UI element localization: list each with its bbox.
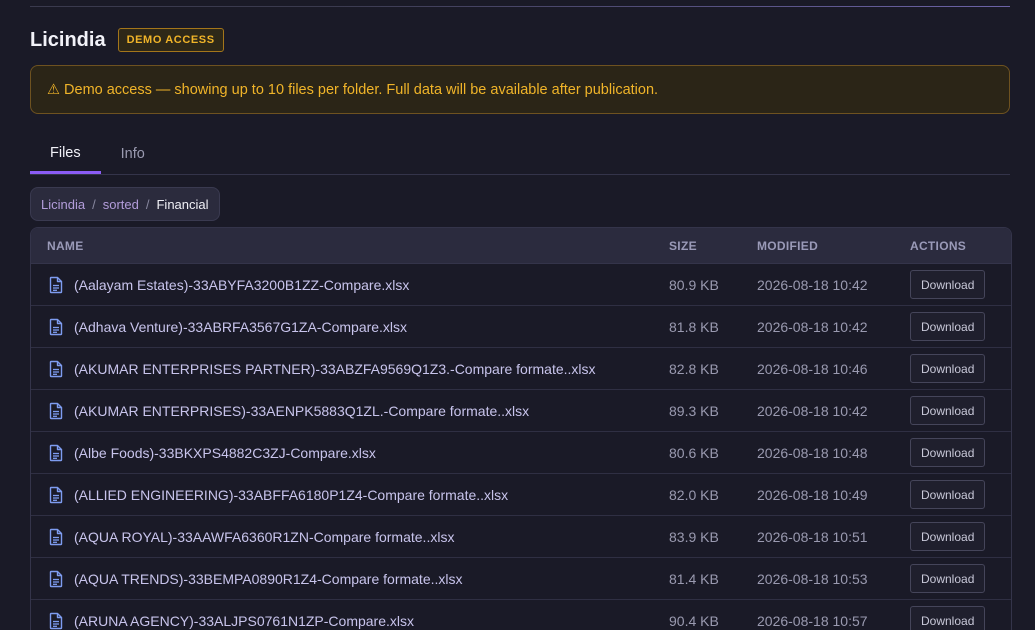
file-name-cell: (Adhava Venture)-33ABRFA3567G1ZA-Compare… — [47, 318, 407, 336]
file-icon — [47, 528, 65, 546]
download-button[interactable]: Download — [910, 606, 986, 630]
file-name-cell: (ARUNA AGENCY)-33ALJPS0761N1ZP-Compare.x… — [47, 612, 414, 630]
file-name-link[interactable]: (AKUMAR ENTERPRISES PARTNER)-33ABZFA9569… — [74, 361, 596, 377]
tab-info[interactable]: Info — [101, 133, 165, 174]
demo-notice-text: ⚠ Demo access — showing up to 10 files p… — [47, 81, 659, 98]
download-button[interactable]: Download — [910, 564, 986, 593]
file-size: 80.9 KB — [669, 276, 719, 293]
file-name-link[interactable]: (AKUMAR ENTERPRISES)-33AENPK5883Q1ZL.-Co… — [74, 403, 529, 419]
file-size: 90.4 KB — [669, 612, 719, 629]
file-icon — [47, 444, 65, 462]
table-row: (AKUMAR ENTERPRISES)-33AENPK5883Q1ZL.-Co… — [31, 390, 1011, 432]
file-name-cell: (AQUA TRENDS)-33BEMPA0890R1Z4-Compare fo… — [47, 570, 463, 588]
column-header-name: NAME — [47, 238, 84, 253]
download-button[interactable]: Download — [910, 522, 986, 551]
file-icon — [47, 570, 65, 588]
tab-bar: Files Info — [30, 133, 1010, 175]
file-icon — [47, 276, 65, 294]
table-row: (AQUA ROYAL)-33AAWFA6360R1ZN-Compare for… — [31, 516, 1011, 558]
file-name-link[interactable]: (Adhava Venture)-33ABRFA3567G1ZA-Compare… — [74, 319, 407, 335]
file-name-cell: (ALLIED ENGINEERING)-33ABFFA6180P1Z4-Com… — [47, 486, 508, 504]
file-modified: 2026-08-18 10:48 — [757, 444, 868, 461]
table-row: (ALLIED ENGINEERING)-33ABFFA6180P1Z4-Com… — [31, 474, 1011, 516]
file-actions: Download — [910, 564, 986, 593]
file-modified: 2026-08-18 10:53 — [757, 570, 868, 587]
file-name-link[interactable]: (ALLIED ENGINEERING)-33ABFFA6180P1Z4-Com… — [74, 487, 508, 503]
file-name-link[interactable]: (ARUNA AGENCY)-33ALJPS0761N1ZP-Compare.x… — [74, 613, 414, 629]
table-body: (Aalayam Estates)-33ABYFA3200B1ZZ-Compar… — [31, 264, 1011, 630]
file-name-cell: (AQUA ROYAL)-33AAWFA6360R1ZN-Compare for… — [47, 528, 454, 546]
file-actions: Download — [910, 522, 986, 551]
file-actions: Download — [910, 396, 986, 425]
download-button[interactable]: Download — [910, 312, 986, 341]
top-divider — [30, 6, 1010, 7]
file-size: 83.9 KB — [669, 528, 719, 545]
file-name-link[interactable]: (Aalayam Estates)-33ABYFA3200B1ZZ-Compar… — [74, 277, 409, 293]
page: Licindia DEMO ACCESS ⚠ Demo access — sho… — [0, 0, 1035, 630]
file-actions: Download — [910, 480, 986, 509]
breadcrumb: Licindia / sorted / Financial — [30, 187, 220, 221]
file-actions: Download — [910, 438, 986, 467]
breadcrumb-separator: / — [92, 196, 96, 212]
table-row: (Albe Foods)-33BKXPS4882C3ZJ-Compare.xls… — [31, 432, 1011, 474]
demo-notice-banner: ⚠ Demo access — showing up to 10 files p… — [30, 65, 1010, 114]
download-button[interactable]: Download — [910, 270, 986, 299]
download-button[interactable]: Download — [910, 480, 986, 509]
file-icon — [47, 486, 65, 504]
file-actions: Download — [910, 270, 986, 299]
table-row: (ARUNA AGENCY)-33ALJPS0761N1ZP-Compare.x… — [31, 600, 1011, 630]
page-header: Licindia DEMO ACCESS — [30, 27, 224, 53]
file-icon — [47, 360, 65, 378]
download-button[interactable]: Download — [910, 354, 986, 383]
breadcrumb-item-sorted[interactable]: sorted — [103, 197, 139, 212]
download-button[interactable]: Download — [910, 438, 986, 467]
file-name-cell: (AKUMAR ENTERPRISES)-33AENPK5883Q1ZL.-Co… — [47, 402, 529, 420]
file-size: 82.0 KB — [669, 486, 719, 503]
breadcrumb-current: Financial — [156, 196, 209, 212]
file-actions: Download — [910, 354, 986, 383]
tab-files[interactable]: Files — [30, 133, 101, 174]
file-name-cell: (AKUMAR ENTERPRISES PARTNER)-33ABZFA9569… — [47, 360, 596, 378]
table-row: (Adhava Venture)-33ABRFA3567G1ZA-Compare… — [31, 306, 1011, 348]
file-modified: 2026-08-18 10:42 — [757, 402, 868, 419]
file-modified: 2026-08-18 10:49 — [757, 486, 868, 503]
column-header-modified: MODIFIED — [757, 238, 819, 253]
download-button[interactable]: Download — [910, 396, 986, 425]
table-row: (Aalayam Estates)-33ABYFA3200B1ZZ-Compar… — [31, 264, 1011, 306]
file-size: 80.6 KB — [669, 444, 719, 461]
file-size: 81.8 KB — [669, 318, 719, 335]
breadcrumb-item-licindia[interactable]: Licindia — [41, 197, 85, 212]
column-header-size: SIZE — [669, 238, 697, 253]
file-modified: 2026-08-18 10:57 — [757, 612, 868, 629]
table-row: (AKUMAR ENTERPRISES PARTNER)-33ABZFA9569… — [31, 348, 1011, 390]
file-size: 81.4 KB — [669, 570, 719, 587]
file-name-link[interactable]: (AQUA TRENDS)-33BEMPA0890R1Z4-Compare fo… — [74, 571, 463, 587]
file-modified: 2026-08-18 10:42 — [757, 276, 868, 293]
file-icon — [47, 612, 65, 630]
file-name-link[interactable]: (Albe Foods)-33BKXPS4882C3ZJ-Compare.xls… — [74, 445, 376, 461]
file-name-link[interactable]: (AQUA ROYAL)-33AAWFA6360R1ZN-Compare for… — [74, 529, 454, 545]
file-name-cell: (Aalayam Estates)-33ABYFA3200B1ZZ-Compar… — [47, 276, 409, 294]
table-row: (AQUA TRENDS)-33BEMPA0890R1Z4-Compare fo… — [31, 558, 1011, 600]
file-icon — [47, 402, 65, 420]
file-size: 82.8 KB — [669, 360, 719, 377]
demo-access-badge: DEMO ACCESS — [117, 28, 224, 52]
file-actions: Download — [910, 312, 986, 341]
file-name-cell: (Albe Foods)-33BKXPS4882C3ZJ-Compare.xls… — [47, 444, 376, 462]
file-size: 89.3 KB — [669, 402, 719, 419]
page-title: Licindia — [30, 28, 106, 51]
file-modified: 2026-08-18 10:42 — [757, 318, 868, 335]
file-modified: 2026-08-18 10:46 — [757, 360, 868, 377]
column-header-actions: ACTIONS — [910, 238, 967, 253]
files-table: NAME SIZE MODIFIED ACTIONS (Aalayam Esta… — [30, 227, 1012, 630]
file-modified: 2026-08-18 10:51 — [757, 528, 868, 545]
file-icon — [47, 318, 65, 336]
file-actions: Download — [910, 606, 986, 630]
breadcrumb-separator: / — [145, 196, 150, 212]
table-header: NAME SIZE MODIFIED ACTIONS — [31, 228, 1011, 264]
